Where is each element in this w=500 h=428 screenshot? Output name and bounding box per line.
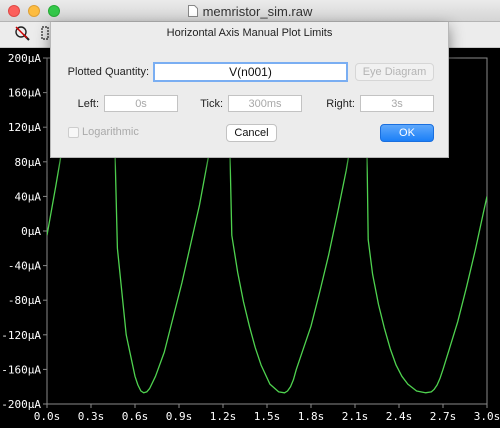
x-tick-label: 1.8s	[298, 410, 325, 423]
right-input[interactable]: 3s	[360, 95, 434, 112]
plotted-quantity-input[interactable]: V(n001)	[153, 62, 348, 82]
y-tick-label: 0µA	[21, 225, 41, 238]
x-tick-label: 1.2s	[210, 410, 237, 423]
y-tick-label: 160µA	[8, 87, 41, 100]
x-tick-label: 0.9s	[166, 410, 193, 423]
logarithmic-checkbox[interactable]	[68, 127, 79, 138]
x-tick-label: 2.1s	[342, 410, 369, 423]
left-label: Left:	[77, 98, 99, 110]
x-tick-label: 1.5s	[254, 410, 281, 423]
window-title: memristor_sim.raw	[202, 3, 313, 19]
x-tick-label: 2.7s	[430, 410, 457, 423]
tick-input[interactable]: 300ms	[228, 95, 302, 112]
y-tick-label: -160µA	[1, 363, 41, 376]
y-tick-label: 80µA	[15, 156, 42, 169]
title-bar: memristor_sim.raw	[0, 0, 500, 22]
axis-limits-dialog: Horizontal Axis Manual Plot Limits Plott…	[50, 22, 449, 158]
y-tick-label: 200µA	[8, 52, 41, 65]
x-tick-label: 0.6s	[122, 410, 149, 423]
x-tick-label: 3.0s	[474, 410, 500, 423]
right-label: Right:	[326, 98, 355, 110]
zoom-reset-icon[interactable]	[12, 24, 32, 44]
logarithmic-label: Logarithmic	[82, 126, 139, 138]
plotted-quantity-label: Plotted Quantity:	[67, 66, 149, 78]
eye-diagram-button[interactable]: Eye Diagram	[355, 63, 434, 81]
x-tick-label: 2.4s	[386, 410, 413, 423]
dialog-title: Horizontal Axis Manual Plot Limits	[166, 27, 333, 39]
raw-file-icon	[187, 5, 198, 17]
y-tick-label: -80µA	[8, 294, 41, 307]
x-tick-label: 0.3s	[78, 410, 105, 423]
x-tick-label: 0.0s	[34, 410, 61, 423]
ok-button[interactable]: OK	[380, 124, 434, 142]
cancel-button[interactable]: Cancel	[226, 124, 277, 142]
y-tick-label: 120µA	[8, 121, 41, 134]
y-tick-label: 40µA	[15, 190, 42, 203]
y-tick-label: -40µA	[8, 260, 41, 273]
y-tick-label: -120µA	[1, 329, 41, 342]
tick-label: Tick:	[200, 98, 223, 110]
left-input[interactable]: 0s	[104, 95, 178, 112]
